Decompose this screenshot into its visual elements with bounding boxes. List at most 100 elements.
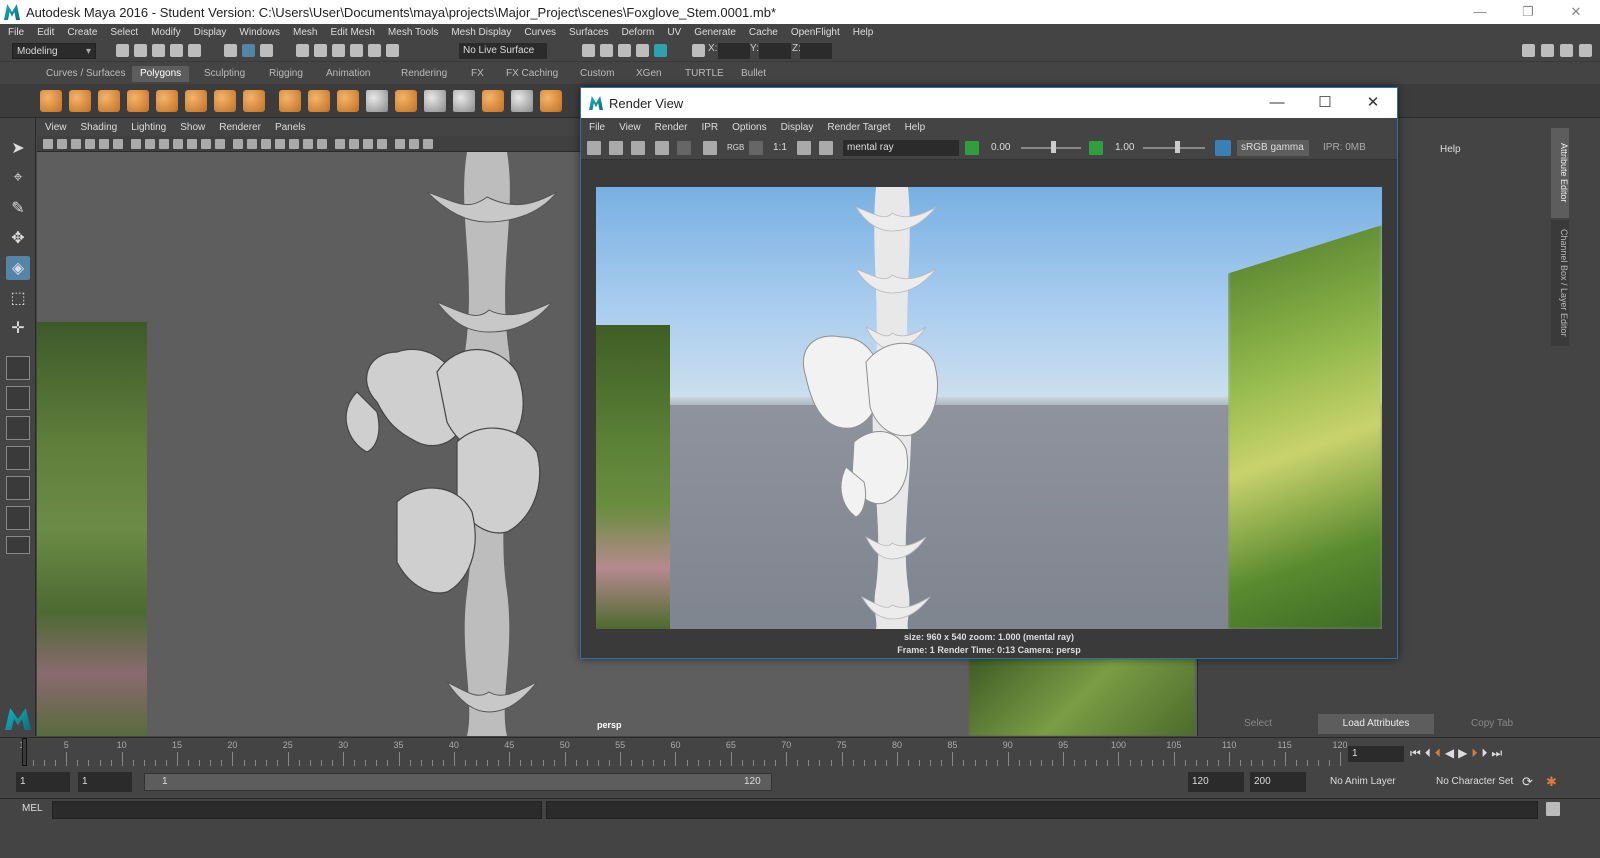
rv-menu-render-target[interactable]: Render Target <box>827 122 890 133</box>
view-transform-dropdown[interactable]: sRGB gamma <box>1237 140 1309 156</box>
menu-modify[interactable]: Modify <box>151 27 180 38</box>
poly-sphere-icon[interactable] <box>40 90 62 112</box>
motion-blur-icon[interactable] <box>349 139 359 149</box>
tool-settings-icon[interactable] <box>1560 44 1573 57</box>
attribute-editor-help[interactable]: Help <box>1440 144 1461 155</box>
single-perspective-layout-icon[interactable] <box>6 356 30 380</box>
snapshot-icon[interactable] <box>631 141 645 155</box>
minimize-button[interactable]: — <box>1456 0 1504 24</box>
vp-menu-show[interactable]: Show <box>180 122 205 133</box>
playback-start-field[interactable]: 1 <box>78 772 132 792</box>
shelf-tab-bullet[interactable]: Bullet <box>733 66 774 82</box>
select-component-icon[interactable] <box>260 44 273 57</box>
color-management-icon[interactable] <box>1215 140 1231 156</box>
shelf-tab-xgen[interactable]: XGen <box>628 66 670 82</box>
four-view-layout-icon[interactable] <box>6 386 30 410</box>
boolean-icon[interactable] <box>395 90 417 112</box>
gamma-value[interactable]: 1.00 <box>1115 140 1134 156</box>
exposure-toggle-icon[interactable] <box>965 141 979 155</box>
mel-command-input[interactable] <box>52 801 542 819</box>
select-hierarchy-icon[interactable] <box>224 44 237 57</box>
poly-plane-icon[interactable] <box>156 90 178 112</box>
alpha-channel-icon[interactable] <box>749 141 763 155</box>
extract-icon[interactable] <box>337 90 359 112</box>
more-layouts-icon[interactable] <box>6 536 30 554</box>
menu-create[interactable]: Create <box>67 27 97 38</box>
move-tool-icon[interactable]: ✥ <box>6 226 30 250</box>
time-slider[interactable]: 1510152025303540455055606570758085909510… <box>0 737 1600 767</box>
current-frame-field[interactable]: 1 <box>1348 746 1404 762</box>
shelf-tab-curves-surfaces[interactable]: Curves / Surfaces <box>38 66 133 82</box>
menu-file[interactable]: File <box>8 27 24 38</box>
menu-mesh[interactable]: Mesh <box>293 27 317 38</box>
vp-menu-view[interactable]: View <box>45 122 67 133</box>
film-gate-icon[interactable] <box>145 139 155 149</box>
menu-help[interactable]: Help <box>853 27 874 38</box>
custom-layout-icon[interactable] <box>6 506 30 530</box>
rv-maximize-button[interactable]: ☐ <box>1301 88 1349 118</box>
snap-grid-icon[interactable] <box>296 44 309 57</box>
real-size-button[interactable]: 1:1 <box>773 140 787 156</box>
exposure-slider-handle[interactable] <box>1051 141 1056 153</box>
snap-view-plane-icon[interactable] <box>350 44 363 57</box>
gamma-slider[interactable] <box>1143 147 1205 149</box>
render-view-titlebar[interactable]: Render View — ☐ ✕ <box>581 88 1397 118</box>
menu-select[interactable]: Select <box>110 27 138 38</box>
bevel-icon[interactable] <box>482 90 504 112</box>
redo-previous-render-icon[interactable] <box>587 141 601 155</box>
bridge-icon[interactable] <box>453 90 475 112</box>
safe-title-icon[interactable] <box>215 139 225 149</box>
target-weld-icon[interactable] <box>540 90 562 112</box>
gamma-slider-handle[interactable] <box>1175 141 1180 153</box>
live-surface-field[interactable]: No Live Surface <box>459 43 547 59</box>
go-to-start-icon[interactable]: ⏮ <box>1410 746 1421 761</box>
resolution-gate-icon[interactable] <box>159 139 169 149</box>
shelf-tab-polygons[interactable]: Polygons <box>132 66 190 82</box>
rv-menu-view[interactable]: View <box>619 122 641 133</box>
script-editor-icon[interactable] <box>1546 802 1560 816</box>
camera-select-icon[interactable] <box>43 139 53 149</box>
menu-deform[interactable]: Deform <box>622 27 655 38</box>
script-language-label[interactable]: MEL <box>22 803 43 814</box>
menu-generate[interactable]: Generate <box>694 27 736 38</box>
persp-graph-layout-icon[interactable] <box>6 446 30 470</box>
animation-preferences-icon[interactable]: ✱ <box>1546 772 1557 792</box>
time-slider-track[interactable]: 1510152025303540455055606570758085909510… <box>19 740 1348 766</box>
safe-action-icon[interactable] <box>201 139 211 149</box>
step-back-icon[interactable]: ⏴ <box>1425 746 1431 761</box>
depth-of-field-icon[interactable] <box>377 139 387 149</box>
shelf-tab-fx[interactable]: FX <box>463 66 492 82</box>
manipulator-tool-icon[interactable]: ✛ <box>6 316 30 340</box>
menu-openflight[interactable]: OpenFlight <box>791 27 840 38</box>
magnet-icon[interactable] <box>386 44 399 57</box>
keep-image-icon[interactable] <box>797 141 811 155</box>
rv-menu-render[interactable]: Render <box>655 122 688 133</box>
rv-menu-options[interactable]: Options <box>732 122 766 133</box>
channel-box-tab[interactable]: Channel Box / Layer Editor <box>1551 220 1569 346</box>
snap-live-icon[interactable] <box>368 44 381 57</box>
rv-menu-help[interactable]: Help <box>905 122 926 133</box>
camera-attributes-icon[interactable] <box>57 139 67 149</box>
menu-mesh-display[interactable]: Mesh Display <box>451 27 511 38</box>
persp-outliner-layout-icon[interactable] <box>6 416 30 440</box>
render-globals-icon[interactable] <box>636 44 649 57</box>
lasso-tool-icon[interactable]: ⌖ <box>6 166 30 190</box>
undo-icon[interactable] <box>170 44 183 57</box>
menu-set-dropdown[interactable]: Modeling <box>12 43 96 60</box>
isolate-select-icon[interactable] <box>395 139 405 149</box>
bookmark-icon[interactable] <box>71 139 81 149</box>
poly-pyramid-icon[interactable] <box>214 90 236 112</box>
ipr-render-icon[interactable] <box>618 44 631 57</box>
shelf-tab-custom[interactable]: Custom <box>572 66 622 82</box>
multisample-aa-icon[interactable] <box>363 139 373 149</box>
rv-minimize-button[interactable]: — <box>1253 88 1301 118</box>
exposure-value[interactable]: 0.00 <box>991 140 1010 156</box>
snap-point-icon[interactable] <box>332 44 345 57</box>
scale-tool-icon[interactable]: ⬚ <box>6 286 30 310</box>
rotate-tool-icon[interactable]: ◈ <box>6 256 30 280</box>
range-slider-bar[interactable] <box>144 773 772 791</box>
persp-hypershade-layout-icon[interactable] <box>6 476 30 500</box>
menu-edit-mesh[interactable]: Edit Mesh <box>330 27 374 38</box>
2d-pan-zoom-icon[interactable] <box>113 139 123 149</box>
menu-curves[interactable]: Curves <box>524 27 556 38</box>
